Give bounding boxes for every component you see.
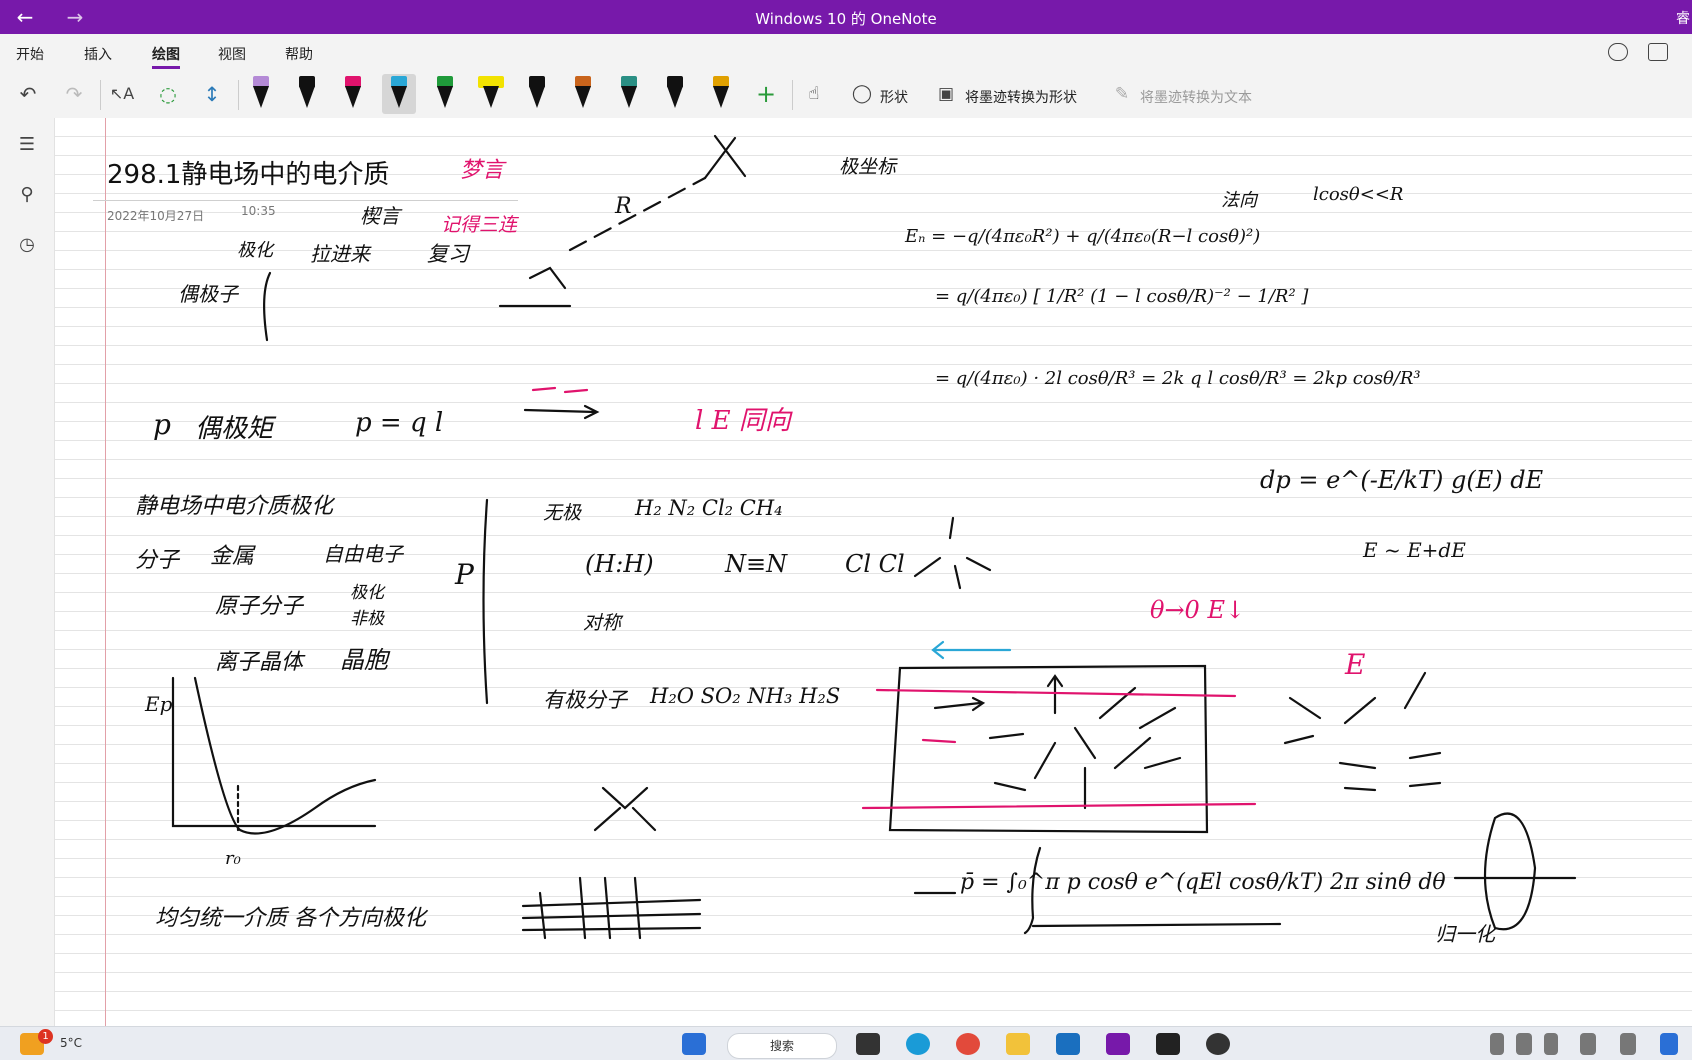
app-2-icon[interactable] [1206, 1033, 1230, 1055]
ink-to-text-icon[interactable]: ✎ [1106, 78, 1138, 110]
toolbar-divider [100, 80, 101, 110]
menu-bar: 开始 插入 绘图 视图 帮助 [0, 34, 1692, 70]
search-label: 搜索 [769, 1039, 794, 1053]
tab-draw[interactable]: 绘图 [152, 44, 180, 69]
taskbar: 1 5°C 搜索 [0, 1026, 1692, 1060]
ink-sketch [171, 134, 1577, 940]
onenote-icon[interactable] [1106, 1033, 1130, 1055]
pen-black-3[interactable] [658, 74, 692, 114]
ink-to-text-label[interactable]: 将墨迹转换为文本 [1140, 87, 1252, 107]
tab-help[interactable]: 帮助 [285, 44, 313, 64]
lasso-select-icon[interactable]: ◌ [152, 78, 184, 110]
redo-icon[interactable]: ↷ [58, 78, 90, 110]
pen-purple[interactable] [244, 74, 278, 114]
shapes-icon[interactable]: ◯ [846, 78, 878, 110]
account-initial[interactable]: 睿 [1676, 8, 1690, 28]
highlighter-yellow[interactable] [474, 74, 508, 114]
file-explorer-icon[interactable] [1006, 1033, 1030, 1055]
tab-insert[interactable]: 插入 [84, 44, 112, 64]
pen-black[interactable] [290, 74, 324, 114]
title-bar: ← → Windows 10 的 OneNote 睿 [0, 0, 1692, 34]
ink-to-shape-icon[interactable]: ▣ [930, 78, 962, 110]
mail-icon[interactable] [1056, 1033, 1080, 1055]
add-pen-icon[interactable]: + [750, 78, 782, 110]
search-icon[interactable]: ⚲ [16, 184, 38, 206]
pen-orange[interactable] [566, 74, 600, 114]
add-space-icon[interactable]: ↕ [196, 78, 228, 110]
notification-center-icon[interactable] [1660, 1033, 1678, 1055]
sync-icon[interactable] [1608, 43, 1628, 61]
toolbar-divider [238, 80, 239, 110]
ink-to-shape-label[interactable]: 将墨迹转换为形状 [965, 87, 1077, 107]
pencil-gold[interactable] [704, 74, 738, 114]
draw-toolbar: ↶ ↷ ↖A ◌ ↕ + ☝ ◯ 形状 ▣ 将墨迹转换为形状 ✎ 将墨迹转换为文… [0, 70, 1692, 119]
app-icon[interactable] [1156, 1033, 1180, 1055]
pen-teal[interactable] [612, 74, 646, 114]
network-icon[interactable] [1516, 1033, 1532, 1055]
pen-green[interactable] [428, 74, 462, 114]
note-canvas[interactable]: 298.1静电场中的电介质 2022年10月27日 10:35 梦言 楔言 记得… [55, 118, 1692, 1026]
notebooks-icon[interactable]: ☰ [16, 134, 38, 156]
pen-blue-selected[interactable] [382, 74, 416, 114]
window-title: Windows 10 的 OneNote [755, 10, 937, 28]
type-select-icon[interactable]: ↖A [106, 78, 138, 110]
notification-badge: 1 [38, 1029, 53, 1044]
pen-tray-icon[interactable] [1580, 1033, 1596, 1055]
input-icon[interactable] [1620, 1033, 1636, 1055]
weather-temp[interactable]: 5°C [60, 1036, 82, 1050]
tab-home[interactable]: 开始 [16, 44, 44, 64]
start-windows-icon[interactable] [682, 1033, 706, 1055]
toolbar-divider [792, 80, 793, 110]
edge-icon[interactable] [906, 1033, 930, 1055]
microphone-icon[interactable] [1544, 1033, 1558, 1055]
undo-icon[interactable]: ↶ [12, 78, 44, 110]
shapes-label[interactable]: 形状 [880, 87, 908, 107]
pen-pink[interactable] [336, 74, 370, 114]
nav-sidebar: ☰ ⚲ ◷ [0, 118, 55, 1026]
chrome-icon[interactable] [956, 1033, 980, 1055]
tray-chevron-icon[interactable] [1490, 1033, 1504, 1055]
task-view-icon[interactable] [856, 1033, 880, 1055]
fullscreen-icon[interactable] [1648, 43, 1668, 61]
taskbar-search[interactable]: 搜索 [727, 1033, 837, 1059]
pen-black-2[interactable] [520, 74, 554, 114]
recent-clock-icon[interactable]: ◷ [16, 234, 38, 256]
tab-view[interactable]: 视图 [218, 44, 246, 64]
touch-draw-icon[interactable]: ☝ [798, 78, 830, 110]
